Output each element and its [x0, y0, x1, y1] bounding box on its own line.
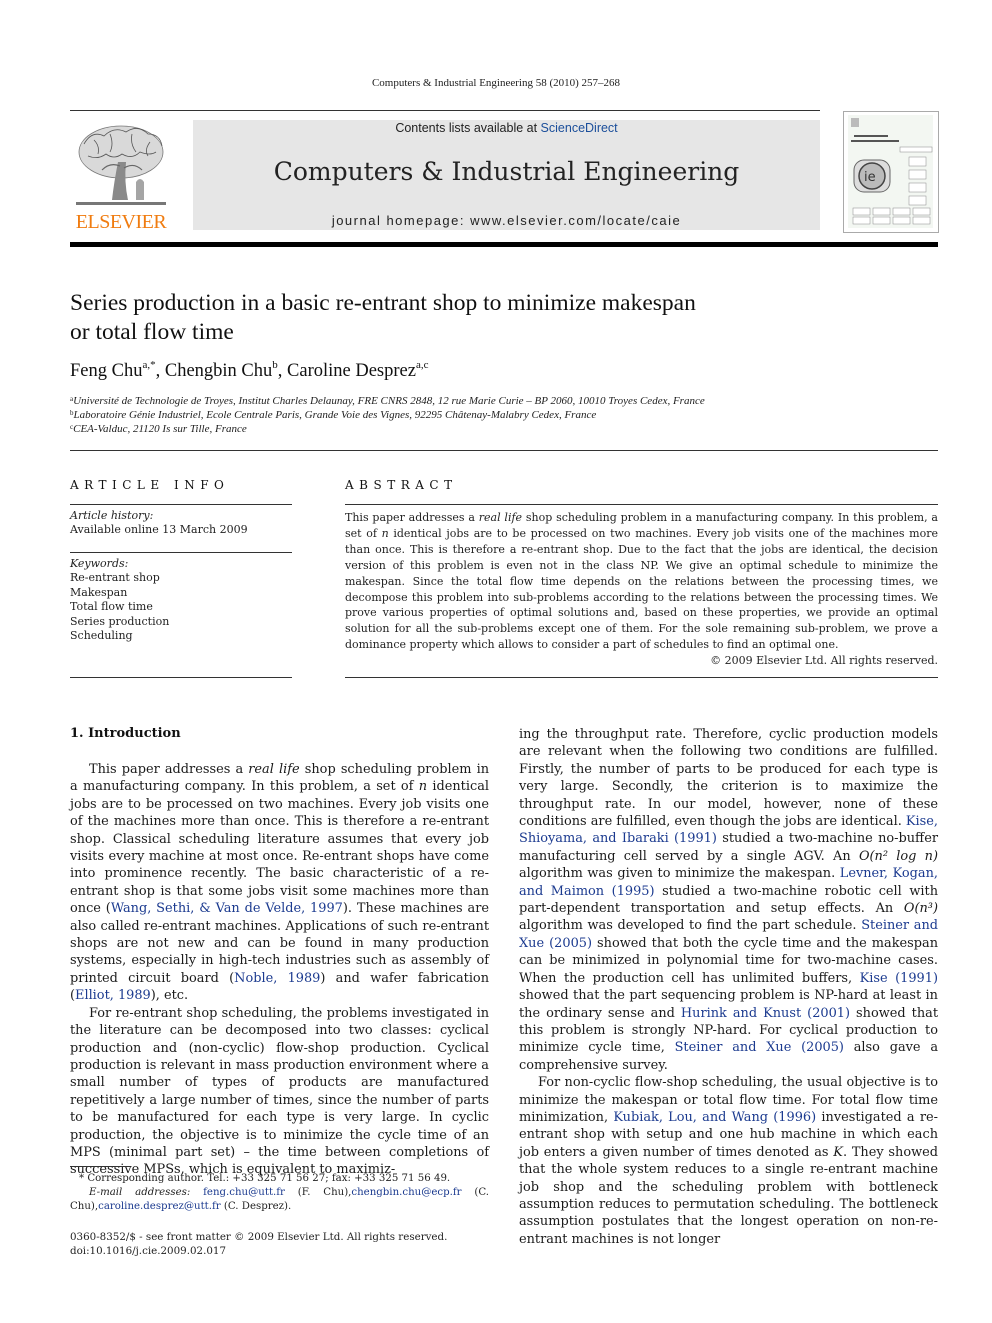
text: ing the throughput rate. Therefore, cycl… — [519, 727, 938, 830]
paragraph: For non-cyclic flow-shop scheduling, the… — [519, 1074, 938, 1248]
journal-masthead: Contents lists available at ScienceDirec… — [193, 120, 820, 230]
paragraph: ing the throughput rate. Therefore, cycl… — [519, 726, 938, 1074]
math-expression: O(n³) — [903, 901, 938, 917]
keyword: Re-entrant shop — [70, 571, 160, 585]
author-name[interactable]: Feng Chu — [70, 361, 142, 381]
affiliation-text: CEA-Valduc, 21120 Is sur Tille, France — [73, 423, 247, 435]
front-matter: 0360-8352/$ - see front matter © 2009 El… — [70, 1230, 447, 1258]
running-head: Computers & Industrial Engineering 58 (2… — [371, 77, 621, 89]
email-link[interactable]: caroline.desprez@utt.fr — [98, 1201, 221, 1212]
doi[interactable]: doi:10.1016/j.cie.2009.02.017 — [70, 1244, 447, 1258]
divider — [70, 677, 292, 678]
author-list: Feng Chua,*, Chengbin Chub, Caroline Des… — [70, 359, 429, 381]
author-name[interactable]: Chengbin Chu — [165, 361, 272, 381]
contents-availability: Contents lists available at ScienceDirec… — [193, 121, 820, 135]
keyword: Makespan — [70, 585, 128, 599]
divider — [70, 450, 938, 451]
elsevier-wordmark: ELSEVIER — [75, 211, 167, 233]
citation-link[interactable]: Noble, 1989 — [234, 971, 320, 986]
keyword: Total flow time — [70, 600, 153, 614]
issn-line: 0360-8352/$ - see front matter © 2009 El… — [70, 1231, 448, 1243]
citation-link[interactable]: Steiner and Xue (2005) — [675, 1040, 844, 1055]
footnotes: * Corresponding author. Tel.: +33 325 71… — [70, 1172, 489, 1214]
affiliation-text: Laboratoire Génie Industriel, Ecole Cent… — [73, 409, 597, 421]
emphasis: real life — [248, 762, 300, 777]
text: ), etc. — [150, 988, 189, 1004]
sciencedirect-link[interactable]: ScienceDirect — [541, 121, 618, 135]
contents-prefix: Contents lists available at — [395, 121, 541, 135]
section-heading-introduction: 1. Introduction — [70, 726, 181, 741]
abstract-segment: identical jobs are to be processed on tw… — [345, 526, 938, 652]
article-info-heading: ARTICLE INFO — [70, 478, 230, 492]
elsevier-tree-icon — [76, 125, 166, 205]
cover-ie-icon: ie — [851, 118, 933, 225]
divider — [70, 504, 292, 505]
paragraph: For re-entrant shop scheduling, the prob… — [70, 1005, 489, 1178]
keywords-label: Keywords: — [70, 557, 129, 570]
abstract-segment: This paper addresses a — [345, 511, 479, 524]
affiliation: bLaboratoire Génie Industriel, Ecole Cen… — [70, 409, 596, 421]
email-owner: (C. Desprez). — [220, 1201, 292, 1212]
corresponding-author-note: * Corresponding author. Tel.: +33 325 71… — [79, 1173, 451, 1184]
abstract-emphasis: real life — [478, 511, 523, 524]
email-addresses: E-mail addresses: feng.chu@utt.fr (F. Ch… — [70, 1186, 489, 1214]
body-column-right: ing the throughput rate. Therefore, cycl… — [519, 726, 938, 1248]
author-affiliation-marker[interactable]: a,c — [416, 359, 429, 371]
citation-link[interactable]: Kise (1991) — [860, 971, 938, 986]
abstract-copyright: © 2009 Elsevier Ltd. All rights reserved… — [710, 654, 938, 668]
article-history: Article history: Available online 13 Mar… — [70, 509, 248, 538]
history-label: Article history: — [70, 509, 154, 522]
abstract-math: n — [381, 526, 389, 540]
text: identical jobs are to be processed on tw… — [70, 779, 490, 917]
citation-link[interactable]: Hurink and Knust (2001) — [681, 1006, 850, 1021]
divider — [345, 677, 938, 678]
divider — [345, 504, 938, 505]
text: algorithm was developed to find the part… — [519, 918, 862, 934]
elsevier-logo[interactable]: ELSEVIER — [70, 120, 172, 233]
cover-art: ie — [848, 115, 933, 228]
keyword: Scheduling — [70, 629, 133, 643]
text: This paper addresses a — [89, 762, 249, 777]
body-column-left: This paper addresses a real life shop sc… — [70, 761, 489, 1179]
email-link[interactable]: chengbin.chu@ecp.fr — [351, 1187, 461, 1198]
affiliation-text: Université de Technologie de Troyes, Ins… — [73, 395, 705, 407]
author-affiliation-marker[interactable]: b — [272, 359, 278, 371]
masthead-thick-rule — [70, 242, 938, 247]
journal-homepage-link[interactable]: journal homepage: www.elsevier.com/locat… — [193, 213, 820, 228]
journal-cover-thumbnail[interactable]: ie — [843, 111, 939, 233]
history-value: Available online 13 March 2009 — [70, 523, 248, 537]
math-variable: K — [833, 1144, 843, 1160]
abstract-heading: ABSTRACT — [345, 478, 458, 492]
header-rule — [70, 110, 820, 111]
svg-text:ie: ie — [864, 170, 876, 185]
divider — [70, 552, 292, 553]
title-line-2: or total flow time — [70, 319, 234, 345]
math-variable: n — [418, 779, 428, 795]
citation-link[interactable]: Kubiak, Lou, and Wang (1996) — [613, 1110, 816, 1125]
article-title: Series production in a basic re-entrant … — [70, 289, 830, 347]
math-expression: O(n² log n) — [858, 848, 939, 864]
keyword: Series production — [70, 614, 170, 628]
author-name[interactable]: Caroline Desprez — [287, 361, 416, 381]
citation-link[interactable]: Wang, Sethi, & Van de Velde, 1997 — [111, 901, 343, 916]
abstract-text: This paper addresses a real life shop sc… — [345, 510, 938, 669]
footnote-rule — [70, 1166, 130, 1167]
journal-title: Computers & Industrial Engineering — [273, 157, 740, 186]
affiliation: cCEA-Valduc, 21120 Is sur Tille, France — [70, 423, 247, 435]
keywords-block: Keywords: Re-entrant shop Makespan Total… — [70, 557, 169, 643]
author-affiliation-marker[interactable]: a,* — [142, 359, 155, 371]
email-label: E-mail addresses: — [89, 1187, 191, 1198]
text: algorithm was given to minimize the make… — [519, 866, 840, 882]
title-line-1: Series production in a basic re-entrant … — [70, 290, 696, 316]
email-link[interactable]: feng.chu@utt.fr — [203, 1187, 285, 1198]
paragraph: This paper addresses a real life shop sc… — [70, 761, 489, 1005]
citation-link[interactable]: Elliot, 1989 — [75, 988, 151, 1003]
text: . They showed that the whole system redu… — [519, 1144, 938, 1247]
email-owner: (F. Chu), — [284, 1187, 352, 1198]
affiliation: aUniversité de Technologie de Troyes, In… — [70, 395, 705, 407]
